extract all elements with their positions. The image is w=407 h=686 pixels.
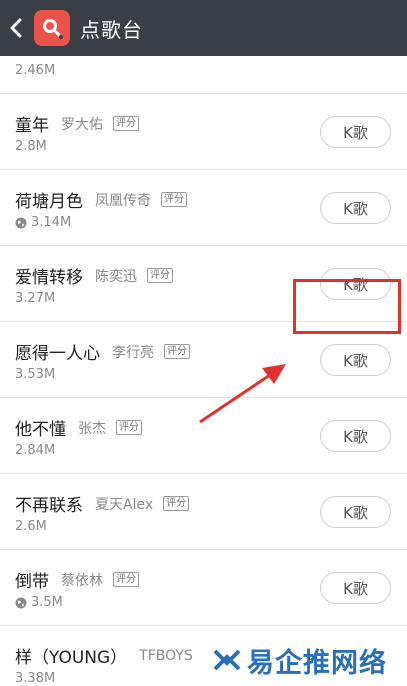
song-artist: 罗大佑 (61, 116, 103, 133)
song-row: 倒带 蔡依林 评分 3.5M K歌 (0, 550, 407, 626)
song-size: 3.27M (15, 291, 56, 306)
karaoke-button[interactable]: K歌 (320, 420, 391, 452)
chevron-left-icon (10, 18, 22, 38)
song-title: 不再联系 (15, 496, 83, 516)
karaoke-button[interactable]: K歌 (320, 192, 391, 224)
watermark-text: 易企推网络 (247, 647, 387, 679)
song-title: 样（YOUNG） (15, 648, 128, 668)
page-title: 点歌台 (80, 17, 143, 42)
song-size: 2.8M (15, 139, 47, 154)
song-row: 2.46M K歌 (0, 56, 407, 94)
song-row: 童年 罗大佑 评分 2.8M K歌 (0, 94, 407, 170)
song-size: 2.6M (15, 519, 47, 534)
song-artist: 陈奕迅 (95, 268, 137, 285)
song-title: 愿得一人心 (15, 344, 100, 364)
song-title: 倒带 (15, 572, 49, 592)
song-size: 3.5M (31, 595, 63, 610)
song-artist: 蔡依林 (61, 572, 103, 589)
song-title: 荷塘月色 (15, 192, 83, 212)
song-artist: 李行亮 (112, 344, 154, 361)
song-artist: 张杰 (78, 420, 106, 437)
song-size: 2.46M (15, 63, 56, 78)
score-badge: 评分 (147, 268, 173, 283)
karaoke-button[interactable]: K歌 (320, 344, 391, 376)
app-logo-icon (34, 10, 70, 46)
score-badge: 评分 (164, 344, 190, 359)
watermark-logo-icon (213, 649, 241, 671)
song-artist: TFBOYS (139, 647, 193, 664)
globe-icon (15, 217, 27, 228)
karaoke-button[interactable]: K歌 (320, 116, 391, 148)
song-title: 童年 (15, 116, 49, 136)
song-row: 他不懂 张杰 评分 2.84M K歌 (0, 398, 407, 474)
score-badge: 评分 (113, 572, 139, 587)
song-title: 他不懂 (15, 420, 66, 440)
back-button[interactable] (2, 0, 30, 56)
score-badge: 评分 (163, 496, 190, 511)
globe-icon (15, 597, 27, 608)
karaoke-button[interactable]: K歌 (320, 572, 391, 604)
watermark: 易企推网络 (213, 636, 403, 684)
song-artist: 夏天Alex (95, 496, 154, 513)
score-badge: 评分 (113, 116, 139, 131)
song-size: 3.14M (31, 215, 72, 230)
song-row: 荷塘月色 凤凰传奇 评分 3.14M K歌 (0, 170, 407, 246)
song-size: 3.38M (15, 671, 56, 686)
highlight-box (293, 279, 401, 334)
song-size: 2.84M (15, 443, 56, 458)
song-size: 3.53M (15, 367, 56, 382)
score-badge: 评分 (161, 192, 187, 207)
karaoke-button[interactable]: K歌 (320, 496, 391, 528)
song-artist: 凤凰传奇 (95, 192, 151, 209)
song-row: 不再联系 夏天Alex 评分 2.6M K歌 (0, 474, 407, 550)
app-header: 点歌台 (0, 0, 407, 56)
song-list[interactable]: 2.46M K歌 童年罗大佑评分 2.8M K歌 荷塘月色凤凰传奇评分 3.14… (0, 56, 407, 686)
song-title: 爱情转移 (15, 268, 83, 288)
score-badge: 评分 (116, 420, 142, 435)
